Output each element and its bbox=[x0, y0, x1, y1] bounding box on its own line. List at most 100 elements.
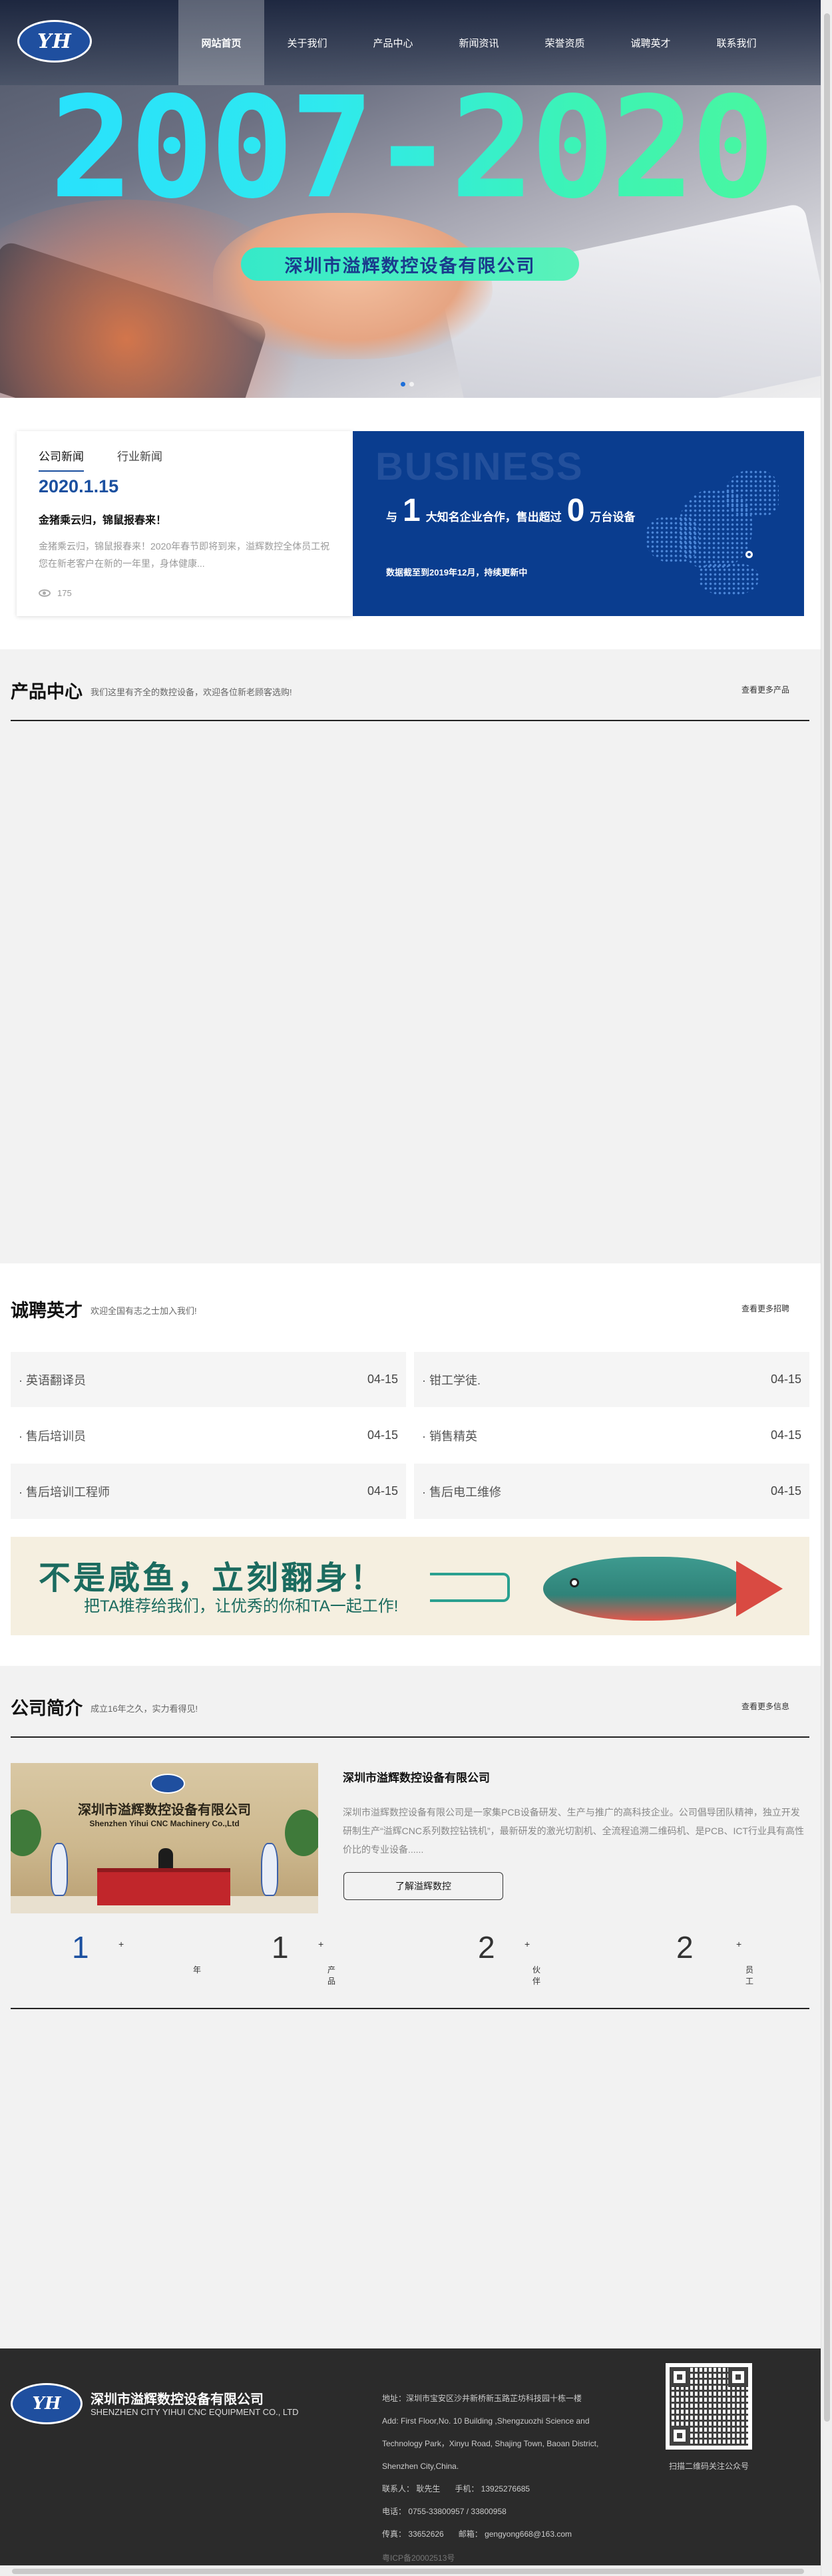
job-item[interactable]: · 英语翻译员 04-15 bbox=[11, 1352, 406, 1408]
stat-number: 1 bbox=[272, 1930, 289, 1965]
products-title: 产品中心 bbox=[11, 682, 83, 702]
business-watermark: BUSINESS bbox=[375, 445, 584, 488]
qr-eye bbox=[670, 2367, 690, 2387]
vase-decoration bbox=[261, 1843, 278, 1896]
learn-more-button[interactable]: 了解溢辉数控 bbox=[343, 1872, 503, 1900]
about-divider bbox=[11, 1736, 809, 1738]
business-note: 数据截至到2019年12月，持续更新中 bbox=[386, 567, 528, 577]
business-partner-count: 1 bbox=[403, 493, 421, 528]
logo-text: YH bbox=[37, 29, 72, 53]
job-date: 04-15 bbox=[770, 1372, 801, 1386]
news-title-link[interactable]: 金猪乘云归，锦鼠报春来！ bbox=[39, 511, 166, 527]
news-card: 公司新闻 行业新闻 2020.1.15 金猪乘云归，锦鼠报春来！ 金猪乘云归，锦… bbox=[17, 431, 353, 616]
footer-logo[interactable]: YH bbox=[11, 2383, 83, 2424]
promo-subline: 把TA推荐给我们，让优秀的你和TA一起工作! bbox=[84, 1597, 399, 1615]
tab-company-news[interactable]: 公司新闻 bbox=[39, 447, 84, 472]
about-header: 公司简介 成立16年之久，实力看得见! 查看更多信息 bbox=[11, 1694, 809, 1768]
job-item[interactable]: · 售后培训工程师 04-15 bbox=[11, 1464, 406, 1520]
stat-unit: 年 bbox=[193, 1965, 202, 1975]
horizontal-scrollbar-thumb[interactable] bbox=[12, 2569, 804, 2574]
fish-icon bbox=[543, 1557, 743, 1621]
nav-item-jobs[interactable]: 诚聘英才 bbox=[608, 0, 694, 85]
footer-address-en-3: Shenzhen City,China. bbox=[382, 2462, 459, 2471]
vertical-scrollbar[interactable] bbox=[821, 0, 832, 2576]
horizontal-scrollbar[interactable] bbox=[0, 2565, 821, 2576]
news-views: 175 bbox=[39, 588, 72, 598]
footer-company-cn: 深圳市溢辉数控设备有限公司 bbox=[91, 2392, 264, 2407]
footer-address: 地址：深圳市宝安区沙井新桥新玉路芷坊科技园十栋一楼 bbox=[382, 2394, 582, 2403]
nav-item-contact[interactable]: 联系我们 bbox=[694, 0, 779, 85]
banner-dot-1[interactable] bbox=[401, 382, 405, 387]
banner-sleeve-decoration bbox=[439, 202, 821, 398]
about-more-link[interactable]: 查看更多信息 bbox=[741, 1700, 789, 1712]
qr-pattern bbox=[670, 2367, 748, 2446]
fish-tail-icon bbox=[736, 1561, 783, 1617]
nav-item-about[interactable]: 关于我们 bbox=[264, 0, 350, 85]
nav-item-news[interactable]: 新闻资讯 bbox=[436, 0, 522, 85]
job-item[interactable]: · 销售精英 04-15 bbox=[414, 1408, 809, 1464]
qr-eye bbox=[670, 2426, 690, 2446]
footer-mobile: 手机： 13925276685 bbox=[455, 2484, 530, 2494]
referral-promo-banner[interactable]: 不是咸鱼，立刻翻身！ 把TA推荐给我们，让优秀的你和TA一起工作! bbox=[11, 1537, 809, 1635]
stat-number: 2 bbox=[478, 1930, 495, 1965]
job-title: · 销售精英 bbox=[422, 1429, 477, 1443]
footer-email[interactable]: 邮箱： gengyong668@163.com bbox=[459, 2523, 572, 2545]
business-mid-text: 大知名企业合作，售出超过 bbox=[425, 511, 562, 524]
products-subtitle: 我们这里有齐全的数控设备，欢迎各位新老顾客选购! bbox=[91, 687, 292, 697]
company-reception-photo: 深圳市溢辉数控设备有限公司 Shenzhen Yihui CNC Machine… bbox=[11, 1763, 318, 1913]
banner-handshake-image bbox=[213, 213, 493, 359]
site-logo[interactable]: YH bbox=[17, 20, 92, 63]
jobs-subtitle: 欢迎全国有志之士加入我们! bbox=[91, 1306, 197, 1316]
nav-item-products[interactable]: 产品中心 bbox=[350, 0, 436, 85]
location-pin-icon bbox=[745, 551, 753, 558]
job-item[interactable]: · 钳工学徒. 04-15 bbox=[414, 1352, 809, 1408]
products-more-link[interactable]: 查看更多产品 bbox=[741, 684, 789, 695]
about-title: 公司简介 bbox=[11, 1698, 83, 1718]
fish-eye-icon bbox=[570, 1578, 579, 1587]
stat-unit: 伙伴 bbox=[532, 1965, 541, 1986]
business-suffix: 万台设备 bbox=[590, 511, 636, 524]
banner-year-text: 2007-2020 bbox=[0, 79, 821, 218]
job-date: 04-15 bbox=[367, 1484, 398, 1498]
stat-plus: + bbox=[736, 1939, 742, 1949]
job-title: · 售后培训工程师 bbox=[19, 1485, 110, 1499]
about-company-name: 深圳市溢辉数控设备有限公司 bbox=[343, 1772, 490, 1784]
jobs-more-link[interactable]: 查看更多招聘 bbox=[741, 1303, 789, 1314]
footer-contact-info: 地址：深圳市宝安区沙井新桥新玉路芷坊科技园十栋一楼 Add: First Flo… bbox=[382, 2387, 662, 2545]
job-title: · 售后培训员 bbox=[19, 1429, 86, 1443]
stat-unit: 员工 bbox=[745, 1965, 754, 1986]
news-view-count: 175 bbox=[57, 588, 72, 598]
plant-decoration bbox=[285, 1810, 318, 1856]
wall-logo-icon bbox=[150, 1774, 185, 1794]
stat-unit: 产品 bbox=[327, 1965, 336, 1986]
arrow-right-icon bbox=[430, 1573, 510, 1602]
footer-contact-row: 联系人： 耿先生 手机： 13925276685 bbox=[382, 2478, 662, 2500]
vertical-scrollbar-thumb[interactable] bbox=[824, 13, 830, 2422]
main-nav: 网站首页 关于我们 产品中心 新闻资讯 荣誉资质 诚聘英才 联系我们 bbox=[178, 0, 779, 85]
products-header: 产品中心 我们这里有齐全的数控设备，欢迎各位新老顾客选购! 查看更多产品 bbox=[11, 677, 809, 752]
photo-sign-en: Shenzhen Yihui CNC Machinery Co.,Ltd bbox=[89, 1819, 240, 1828]
footer-address-en-1: Add: First Floor,No. 10 Building ,Shengz… bbox=[382, 2416, 590, 2426]
nav-item-honors[interactable]: 荣誉资质 bbox=[522, 0, 608, 85]
vase-decoration bbox=[51, 1843, 68, 1896]
footer-phone: 电话： 0755-33800957 / 33800958 bbox=[382, 2507, 507, 2516]
job-date: 04-15 bbox=[770, 1484, 801, 1498]
nav-item-home[interactable]: 网站首页 bbox=[178, 0, 264, 85]
stat-plus: + bbox=[318, 1939, 324, 1949]
qr-eye bbox=[728, 2367, 748, 2387]
news-date: 2020.1.15 bbox=[39, 476, 119, 496]
footer-contact-person: 联系人： 耿先生 bbox=[382, 2484, 441, 2494]
job-item[interactable]: · 售后培训员 04-15 bbox=[11, 1408, 406, 1464]
wechat-qr-code bbox=[666, 2363, 752, 2450]
footer-icp[interactable]: 粤ICP备20002513号 bbox=[382, 2552, 455, 2563]
banner-dot-2[interactable] bbox=[409, 382, 414, 387]
job-item[interactable]: · 售后电工维修 04-15 bbox=[414, 1464, 809, 1520]
job-date: 04-15 bbox=[367, 1372, 398, 1386]
stat-number: 1 bbox=[72, 1930, 89, 1965]
tab-industry-news[interactable]: 行业新闻 bbox=[117, 447, 162, 472]
eye-icon bbox=[39, 589, 51, 597]
job-title: · 英语翻译员 bbox=[19, 1373, 86, 1387]
business-stat-line: 与 1 大知名企业合作，售出超过 0 万台设备 bbox=[386, 492, 635, 529]
job-date: 04-15 bbox=[770, 1428, 801, 1442]
site-header: YH 网站首页 关于我们 产品中心 新闻资讯 荣誉资质 诚聘英才 联系我们 bbox=[0, 0, 821, 85]
